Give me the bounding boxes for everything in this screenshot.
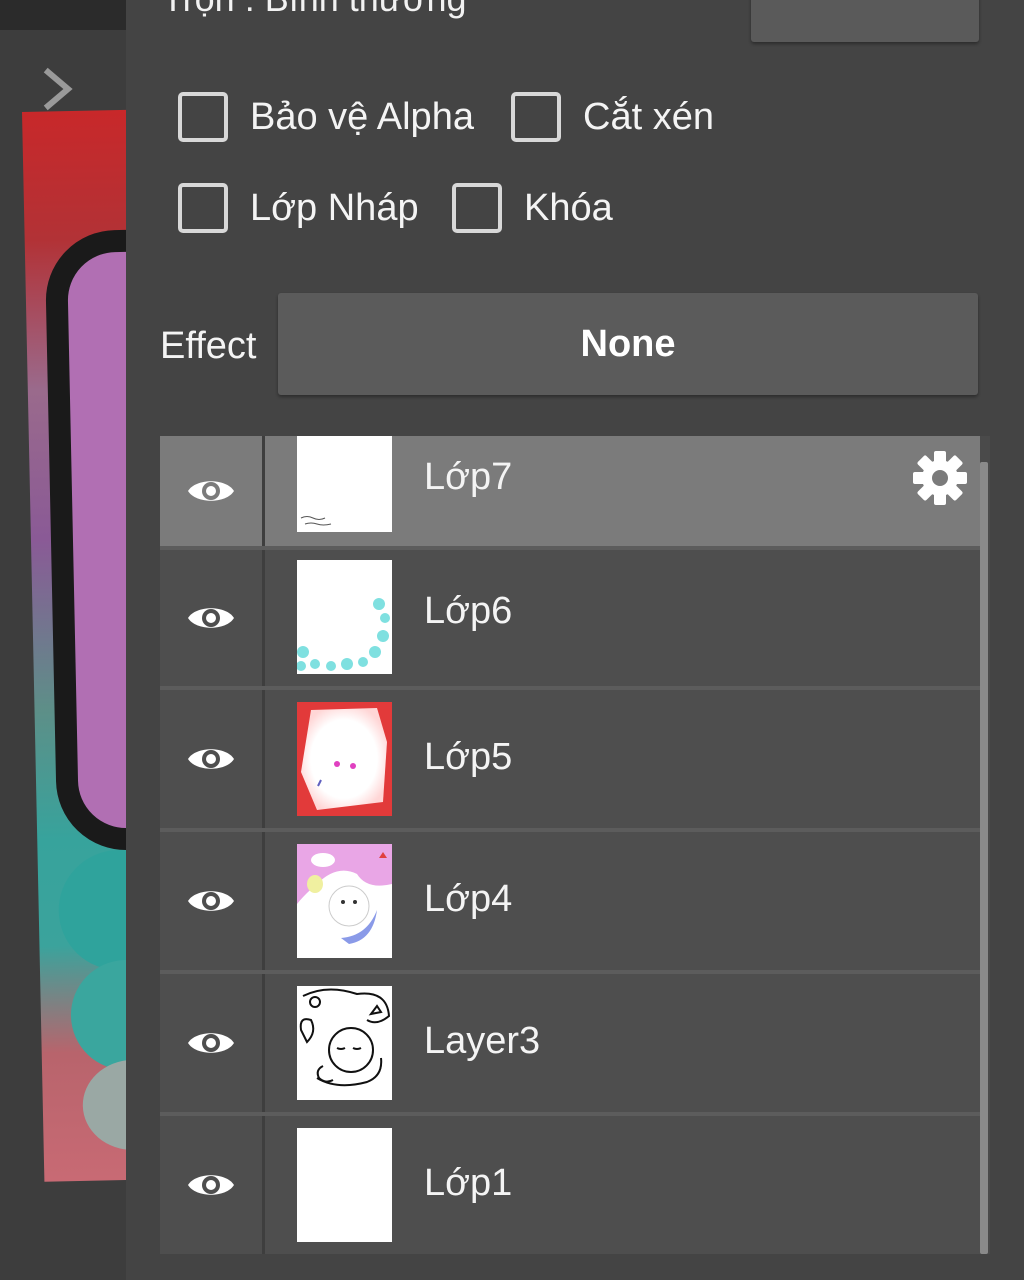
draft-layer-checkbox[interactable]: [178, 183, 228, 233]
layer-visibility-toggle[interactable]: [160, 690, 262, 828]
layer-name: Lớp1: [424, 1162, 513, 1204]
layer-name: Lớp6: [424, 590, 513, 632]
gear-icon[interactable]: [910, 448, 970, 508]
layer-thumbnail: [297, 986, 392, 1100]
layer-list: Lớp7 Lớp6 Lớp5 Lớp4 Layer3 Lớp1: [160, 436, 990, 1254]
edit-blend-button[interactable]: SỬA: [751, 0, 979, 42]
alpha-protect-label: Bảo vệ Alpha: [250, 95, 474, 138]
eye-icon: [188, 481, 234, 501]
alpha-protect-checkbox[interactable]: [178, 92, 228, 142]
clipping-checkbox[interactable]: [511, 92, 561, 142]
layer-thumbnail: [297, 436, 392, 532]
layer-visibility-toggle[interactable]: [160, 436, 262, 546]
effect-select-button[interactable]: None: [278, 293, 978, 395]
layer-row-lop1[interactable]: Lớp1: [160, 1116, 980, 1254]
layer-thumbnail: [297, 844, 392, 958]
draft-layer-option[interactable]: Lớp Nháp: [178, 181, 419, 235]
eye-icon: [188, 891, 234, 911]
eye-icon: [188, 1033, 234, 1053]
lock-option[interactable]: Khóa: [452, 181, 613, 235]
eye-icon: [188, 608, 234, 628]
layer-visibility-toggle[interactable]: [160, 1116, 262, 1254]
clipping-option[interactable]: Cắt xén: [511, 90, 714, 144]
alpha-protect-option[interactable]: Bảo vệ Alpha: [178, 90, 474, 144]
effect-label: Effect: [160, 325, 257, 367]
layer-name: Lớp5: [424, 736, 513, 778]
layer-panel: Trộn : Bình thường SỬA Bảo vệ Alpha Cắt …: [126, 0, 1024, 1280]
layer-thumbnail: [297, 1128, 392, 1242]
layer-row-lop5[interactable]: Lớp5: [160, 690, 980, 828]
layer-row-layer3[interactable]: Layer3: [160, 974, 980, 1112]
layer-row-lop7[interactable]: Lớp7: [160, 436, 980, 546]
layer-name: Lớp7: [424, 456, 513, 498]
layer-list-scrollbar[interactable]: [980, 462, 988, 1254]
effect-value: None: [580, 322, 676, 365]
canvas-toolbar-edge: [0, 0, 126, 30]
layer-row-lop6[interactable]: Lớp6: [160, 550, 980, 686]
blend-mode-row: Trộn : Bình thường SỬA: [126, 0, 1024, 44]
layer-row-lop4[interactable]: Lớp4: [160, 832, 980, 970]
lock-label: Khóa: [524, 186, 613, 229]
lock-checkbox[interactable]: [452, 183, 502, 233]
layer-thumbnail: [297, 560, 392, 674]
canvas-preview[interactable]: [0, 0, 126, 1280]
layer-visibility-toggle[interactable]: [160, 832, 262, 970]
draft-layer-label: Lớp Nháp: [250, 186, 419, 229]
chevron-right-icon[interactable]: [40, 66, 76, 112]
layer-visibility-toggle[interactable]: [160, 550, 262, 686]
layer-name: Lớp4: [424, 878, 513, 920]
eye-icon: [188, 1175, 234, 1195]
layer-name: Layer3: [424, 1020, 541, 1062]
clipping-label: Cắt xén: [583, 95, 714, 138]
edit-blend-button-label: SỬA: [751, 0, 979, 8]
eye-icon: [188, 749, 234, 769]
layer-visibility-toggle[interactable]: [160, 974, 262, 1112]
layer-thumbnail: [297, 702, 392, 816]
canvas-artwork: [22, 109, 126, 1182]
blend-mode-label: Trộn : Bình thường: [162, 0, 467, 20]
